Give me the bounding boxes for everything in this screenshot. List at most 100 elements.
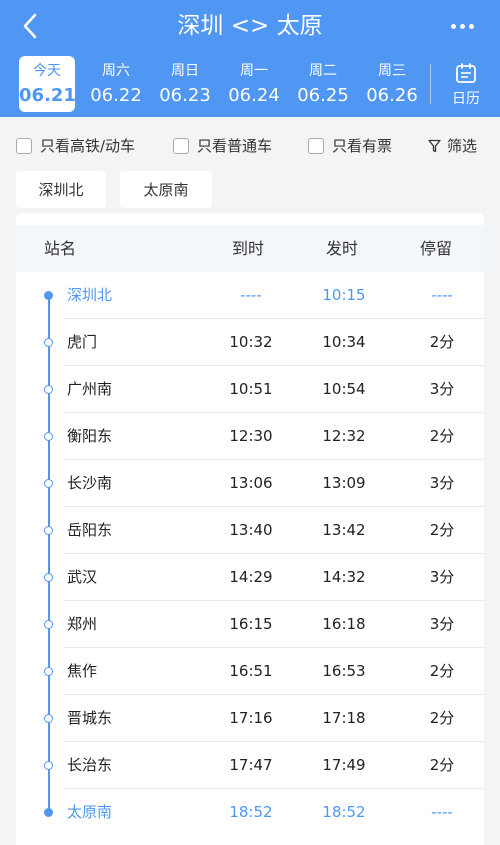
checkbox-icon[interactable] [16,137,32,154]
date-weekday: 周三 [378,63,406,79]
stop-dot-icon [44,620,53,629]
table-row[interactable]: 焦作 16:51 16:53 2分 [16,648,484,695]
arrive-time: 14:29 [229,568,273,586]
stop-duration: 3分 [429,380,455,398]
arrive-time: 16:15 [229,615,273,633]
date-tab-today[interactable]: 今天 06.21 [19,56,76,112]
stop-duration: 2分 [429,756,455,774]
arrive-time: ---- [240,286,262,304]
filter-available[interactable]: 只看有票 [308,135,392,156]
station-name: 岳阳东 [67,521,113,539]
date-tab[interactable]: 周日 06.23 [155,56,215,112]
stop-dot-icon [44,573,53,582]
date-value: 06.23 [159,85,211,106]
stop-duration: 2分 [429,709,455,727]
funnel-icon [428,139,441,152]
depart-time: 12:32 [322,427,366,445]
table-row[interactable]: 岳阳东 13:40 13:42 2分 [16,507,484,554]
table-row[interactable]: 太原南 18:52 18:52 ---- [16,789,484,836]
station-name: 衡阳东 [67,427,113,445]
header-stop: 停留 [420,239,453,258]
date-tab[interactable]: 周三 06.26 [362,56,422,112]
date-tab[interactable]: 周六 06.22 [86,56,146,112]
stop-dot-icon [44,385,53,394]
stop-dot-icon [44,291,53,300]
station-chip-from[interactable]: 深圳北 [16,171,106,208]
depart-time: 13:42 [322,521,366,539]
calendar-label: 日历 [452,91,480,107]
table-row[interactable]: 衡阳东 12:30 12:32 2分 [16,413,484,460]
stop-duration: 2分 [429,333,455,351]
more-button[interactable] [442,10,482,42]
filter-label: 只看普通车 [197,137,273,155]
top-header: 深圳 <> 太原 今天 06.21 周六 06.22 周日 06.23 周一 0… [0,0,500,117]
date-tab[interactable]: 周一 06.24 [224,56,284,112]
table-row[interactable]: 深圳北 ---- 10:15 ---- [16,272,484,319]
filter-high-speed[interactable]: 只看高铁/动车 [16,135,135,156]
stop-duration: 2分 [429,427,455,445]
table-row[interactable]: 虎门 10:32 10:34 2分 [16,319,484,366]
depart-time: 18:52 [322,803,366,821]
arrive-time: 17:47 [229,756,273,774]
table-header: 站名 到时 发时 停留 [16,225,484,272]
depart-time: 17:49 [322,756,366,774]
station-name: 广州南 [67,380,113,398]
date-weekday: 周二 [309,63,337,79]
station-name: 武汉 [67,568,98,586]
stop-dot-icon [44,761,53,770]
depart-time: 16:18 [322,615,366,633]
stop-dot-icon [44,667,53,676]
header-depart: 发时 [326,239,359,258]
calendar-icon [456,63,476,83]
stop-dot-icon [44,526,53,535]
more-dot-icon [468,23,474,29]
depart-time: 13:09 [322,474,366,492]
table-row[interactable]: 长沙南 13:06 13:09 3分 [16,460,484,507]
table-row[interactable]: 郑州 16:15 16:18 3分 [16,601,484,648]
depart-time: 10:54 [322,380,366,398]
table-row[interactable]: 广州南 10:51 10:54 3分 [16,366,484,413]
date-value: 06.26 [366,85,418,106]
header-station: 站名 [44,239,77,258]
station-name: 深圳北 [67,286,113,304]
station-name: 长治东 [67,756,113,774]
depart-time: 17:18 [322,709,366,727]
page-title: 深圳 <> 太原 [177,13,323,39]
date-weekday: 今天 [33,63,61,79]
arrive-time: 18:52 [229,803,273,821]
stop-dot-icon [44,479,53,488]
date-strip: 今天 06.21 周六 06.22 周日 06.23 周一 06.24 周二 0… [0,56,500,114]
station-chip-to[interactable]: 太原南 [120,171,212,208]
filter-label: 只看高铁/动车 [40,137,136,155]
table-row[interactable]: 长治东 17:47 17:49 2分 [16,742,484,789]
header-arrive: 到时 [232,239,265,258]
stop-dot-icon [44,432,53,441]
station-name: 虎门 [67,333,98,351]
checkbox-icon[interactable] [173,137,189,154]
date-value: 06.24 [228,85,280,106]
depart-time: 16:53 [322,662,366,680]
station-name: 长沙南 [67,474,113,492]
filter-label: 只看有票 [332,137,393,155]
date-weekday: 周日 [171,63,199,79]
stop-dot-icon [44,808,53,817]
station-name: 焦作 [67,662,98,680]
checkbox-icon[interactable] [308,137,324,154]
calendar-button[interactable]: 日历 [446,60,486,112]
arrive-time: 12:30 [229,427,273,445]
table-row[interactable]: 晋城东 17:16 17:18 2分 [16,695,484,742]
arrive-time: 10:32 [229,333,273,351]
stop-duration: ---- [431,803,453,821]
more-dot-icon [450,23,456,29]
date-tab[interactable]: 周二 06.25 [293,56,353,112]
filter-button[interactable]: 筛选 [428,135,477,156]
table-row[interactable]: 武汉 14:29 14:32 3分 [16,554,484,601]
station-name: 郑州 [67,615,98,633]
arrive-time: 13:40 [229,521,273,539]
station-name: 晋城东 [67,709,113,727]
date-value: 06.22 [90,85,142,106]
filter-regular[interactable]: 只看普通车 [173,135,272,156]
stop-duration: 3分 [429,568,455,586]
station-name: 太原南 [67,803,113,821]
arrive-time: 17:16 [229,709,273,727]
